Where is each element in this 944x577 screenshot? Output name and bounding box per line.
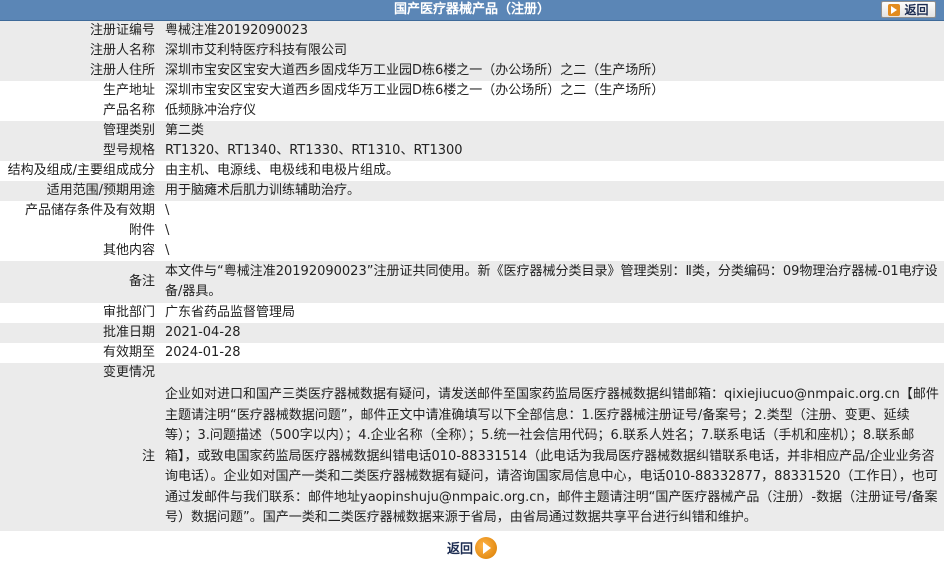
back-button-label: 返回 (904, 3, 929, 17)
row-label: 注册证编号 (0, 21, 161, 41)
back-button-bottom[interactable]: 返回 (446, 536, 497, 559)
table-row: 变更情况 (0, 363, 944, 383)
row-value: 本文件与“粤械注准20192090023”注册证共同使用。新《医疗器械分类目录》… (161, 261, 944, 303)
row-label: 产品储存条件及有效期 (0, 201, 161, 221)
row-label: 附件 (0, 221, 161, 241)
table-row: 产品名称 低频脉冲治疗仪 (0, 101, 944, 121)
page-header: 国产医疗器械产品（注册） 返回 (0, 0, 944, 21)
arrow-right-icon (888, 3, 901, 16)
table-row: 审批部门 广东省药品监督管理局 (0, 303, 944, 323)
note-label: 注 (0, 383, 161, 531)
table-row: 注册人名称 深圳市艾利特医疗科技有限公司 (0, 41, 944, 61)
row-label: 管理类别 (0, 121, 161, 141)
row-label: 其他内容 (0, 241, 161, 261)
row-label: 批准日期 (0, 323, 161, 343)
back-button-label: 返回 (446, 542, 473, 557)
row-value: 深圳市宝安区宝安大道西乡固戍华万工业园D栋6楼之一（办公场所）之二（生产场所） (161, 61, 944, 81)
row-value: \ (161, 221, 944, 241)
page-footer: 返回 (0, 531, 944, 559)
row-label: 有效期至 (0, 343, 161, 363)
table-row: 管理类别 第二类 (0, 121, 944, 141)
row-value: 2024-01-28 (161, 343, 944, 363)
row-value: 用于脑瘫术后肌力训练辅助治疗。 (161, 181, 944, 201)
row-value: 第二类 (161, 121, 944, 141)
table-row: 附件 \ (0, 221, 944, 241)
row-value (161, 363, 944, 383)
row-label: 备注 (0, 261, 161, 303)
table-row: 适用范围/预期用途 用于脑瘫术后肌力训练辅助治疗。 (0, 181, 944, 201)
note-row: 注 企业如对进口和国产三类医疗器械数据有疑问，请发送邮件至国家药监局医疗器械数据… (0, 383, 944, 531)
row-value: \ (161, 201, 944, 221)
row-value: 低频脉冲治疗仪 (161, 101, 944, 121)
table-row: 产品储存条件及有效期 \ (0, 201, 944, 221)
page-title: 国产医疗器械产品（注册） (393, 2, 550, 17)
row-value: RT1320、RT1340、RT1330、RT1310、RT1300 (161, 141, 944, 161)
table-row: 批准日期 2021-04-28 (0, 323, 944, 343)
table-row: 注册人住所 深圳市宝安区宝安大道西乡固戍华万工业园D栋6楼之一（办公场所）之二（… (0, 61, 944, 81)
table-row: 注册证编号 粤械注准20192090023 (0, 21, 944, 41)
row-value: 粤械注准20192090023 (161, 21, 944, 41)
detail-table: 注册证编号 粤械注准20192090023 注册人名称 深圳市艾利特医疗科技有限… (0, 21, 944, 531)
back-button-top[interactable]: 返回 (881, 1, 936, 18)
row-label: 适用范围/预期用途 (0, 181, 161, 201)
row-label: 型号规格 (0, 141, 161, 161)
row-label: 产品名称 (0, 101, 161, 121)
row-value: 深圳市宝安区宝安大道西乡固戍华万工业园D栋6楼之一（办公场所）之二（生产场所） (161, 81, 944, 101)
row-value: 2021-04-28 (161, 323, 944, 343)
row-label: 结构及组成/主要组成成分 (0, 161, 161, 181)
note-text: 企业如对进口和国产三类医疗器械数据有疑问，请发送邮件至国家药监局医疗器械数据纠错… (161, 383, 944, 531)
row-label: 审批部门 (0, 303, 161, 323)
row-label: 注册人住所 (0, 61, 161, 81)
table-row: 备注 本文件与“粤械注准20192090023”注册证共同使用。新《医疗器械分类… (0, 261, 944, 303)
row-label: 变更情况 (0, 363, 161, 383)
arrow-circle-icon (475, 536, 497, 559)
row-value: 深圳市艾利特医疗科技有限公司 (161, 41, 944, 61)
row-label: 注册人名称 (0, 41, 161, 61)
table-row: 其他内容 \ (0, 241, 944, 261)
row-value: \ (161, 241, 944, 261)
row-value: 广东省药品监督管理局 (161, 303, 944, 323)
row-label: 生产地址 (0, 81, 161, 101)
table-row: 型号规格 RT1320、RT1340、RT1330、RT1310、RT1300 (0, 141, 944, 161)
table-row: 有效期至 2024-01-28 (0, 343, 944, 363)
row-value: 由主机、电源线、电极线和电极片组成。 (161, 161, 944, 181)
table-row: 结构及组成/主要组成成分 由主机、电源线、电极线和电极片组成。 (0, 161, 944, 181)
table-row: 生产地址 深圳市宝安区宝安大道西乡固戍华万工业园D栋6楼之一（办公场所）之二（生… (0, 81, 944, 101)
